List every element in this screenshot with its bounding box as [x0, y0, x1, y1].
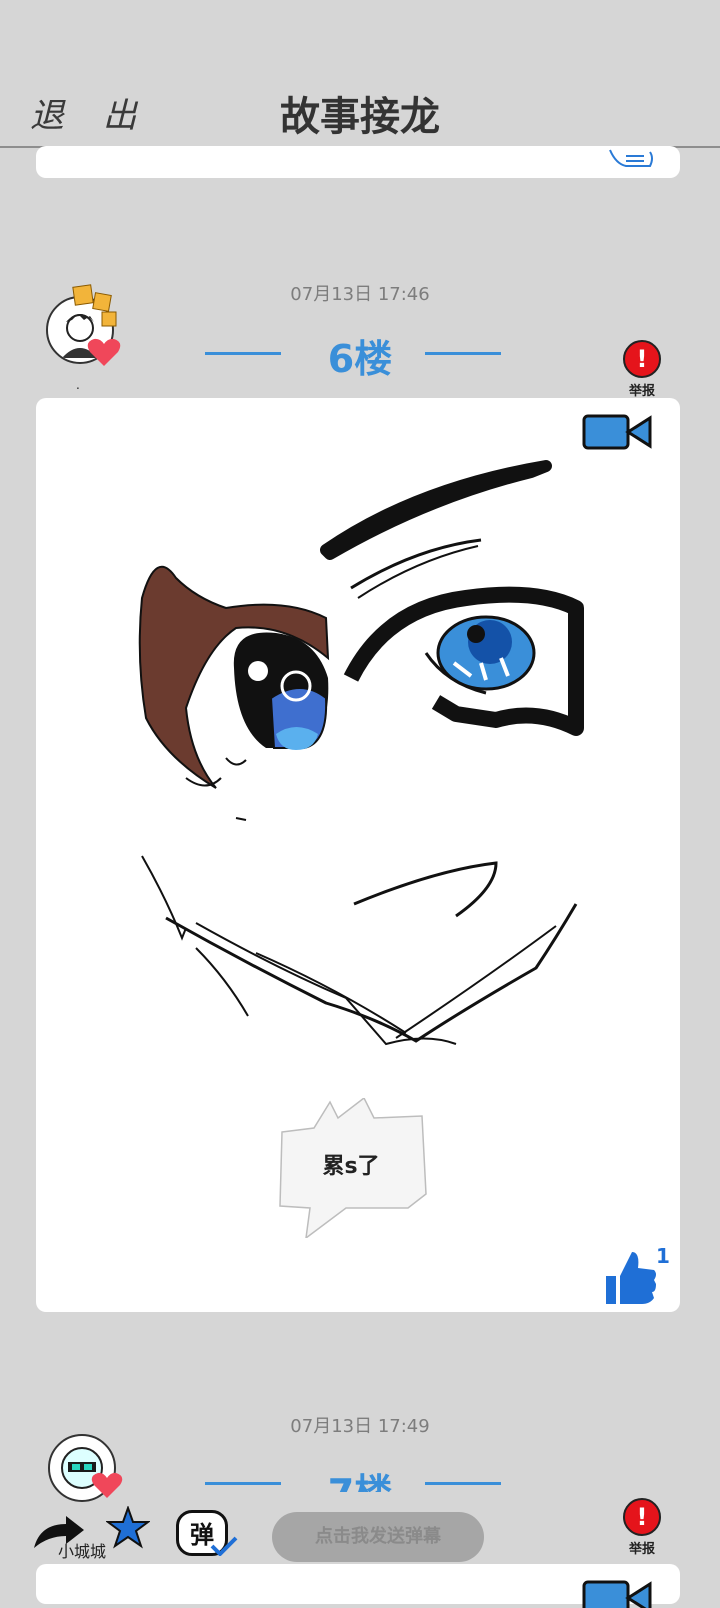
star-icon[interactable]	[106, 1506, 150, 1550]
floor-label: 7楼	[260, 1462, 460, 1492]
previous-post-card	[36, 146, 680, 178]
like-count: 1	[656, 1244, 670, 1268]
report-label: 举报	[628, 384, 655, 399]
video-camera-icon[interactable]	[582, 1578, 654, 1608]
check-icon	[210, 1536, 238, 1556]
floor-line-right	[425, 1482, 501, 1485]
video-camera-icon[interactable]	[582, 412, 654, 454]
floor-heading: 7楼	[0, 1462, 720, 1502]
report-label: 举报	[628, 1542, 655, 1557]
floor-line-right	[425, 352, 501, 355]
post-card[interactable]	[36, 1564, 680, 1608]
like-outline-icon[interactable]	[606, 146, 656, 174]
speech-bubble-text: 累s了	[322, 1154, 380, 1179]
page-title: 故事接龙	[280, 94, 440, 140]
username: .	[76, 378, 80, 392]
alert-icon: !	[623, 340, 661, 378]
thumbs-up-icon[interactable]	[602, 1248, 658, 1306]
floor-label: 6楼	[327, 337, 393, 381]
username: 小城城	[58, 1542, 107, 1561]
post-card[interactable]: 累s了 1	[36, 398, 680, 1312]
report-button[interactable]: ! 举报	[612, 1498, 672, 1557]
alert-icon: !	[623, 1498, 661, 1536]
report-button[interactable]: ! 举报	[612, 340, 672, 399]
story-drawing	[138, 460, 584, 1046]
danmaku-input[interactable]: 点击我发送弹幕	[272, 1512, 484, 1562]
post-time: 07月13日 17:49	[290, 1416, 430, 1437]
